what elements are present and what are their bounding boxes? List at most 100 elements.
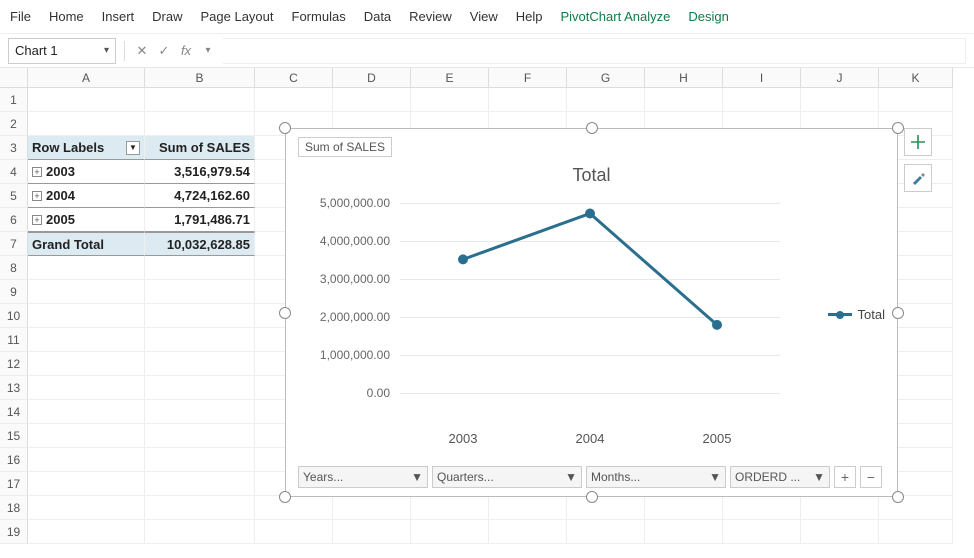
row-header[interactable]: 8 (0, 256, 28, 280)
resize-handle[interactable] (279, 122, 291, 134)
chevron-down-icon[interactable]: ▾ (104, 45, 109, 56)
row-header[interactable]: 17 (0, 472, 28, 496)
resize-handle[interactable] (586, 122, 598, 134)
ribbon-tab-home[interactable]: Home (49, 9, 84, 24)
ribbon-tab-pivotchart-analyze[interactable]: PivotChart Analyze (561, 9, 671, 24)
enter-icon[interactable]: ✓ (155, 42, 173, 60)
cell[interactable] (145, 280, 255, 304)
chart-legend[interactable]: Total (828, 307, 885, 322)
col-header-H[interactable]: H (645, 68, 723, 88)
ribbon-tab-view[interactable]: View (470, 9, 498, 24)
cell[interactable] (255, 88, 333, 112)
row-header[interactable]: 14 (0, 400, 28, 424)
expand-icon[interactable]: + (32, 167, 42, 177)
cell[interactable] (28, 352, 145, 376)
resize-handle[interactable] (892, 491, 904, 503)
cell[interactable] (411, 88, 489, 112)
cell[interactable] (145, 328, 255, 352)
cell[interactable] (645, 520, 723, 544)
row-header[interactable]: 2 (0, 112, 28, 136)
cell[interactable] (411, 520, 489, 544)
cell[interactable] (567, 88, 645, 112)
ribbon-tab-insert[interactable]: Insert (102, 9, 135, 24)
cell[interactable] (489, 88, 567, 112)
cell[interactable] (145, 112, 255, 136)
cell[interactable] (255, 520, 333, 544)
cell[interactable] (28, 520, 145, 544)
expand-field-button[interactable]: + (834, 466, 856, 488)
cell[interactable] (567, 520, 645, 544)
cell[interactable] (28, 304, 145, 328)
ribbon-tab-page-layout[interactable]: Page Layout (201, 9, 274, 24)
cell[interactable] (28, 424, 145, 448)
cell[interactable] (145, 448, 255, 472)
row-header[interactable]: 3 (0, 136, 28, 160)
chart-styles-button[interactable] (904, 164, 932, 192)
row-header[interactable]: 16 (0, 448, 28, 472)
cell[interactable] (723, 496, 801, 520)
field-button-quarters[interactable]: Quarters...▼ (432, 466, 582, 488)
collapse-field-button[interactable]: − (860, 466, 882, 488)
chart-field-button[interactable]: Sum of SALES (298, 137, 392, 157)
col-header-A[interactable]: A (28, 68, 145, 88)
pivot-value[interactable]: 3,516,979.54 (145, 160, 255, 184)
pivot-value[interactable]: 1,791,486.71 (145, 208, 255, 232)
ribbon-tab-file[interactable]: File (10, 9, 31, 24)
col-header-F[interactable]: F (489, 68, 567, 88)
cell[interactable] (333, 496, 411, 520)
cell[interactable] (879, 496, 953, 520)
cell[interactable] (489, 496, 567, 520)
cell[interactable] (28, 400, 145, 424)
resize-handle[interactable] (586, 491, 598, 503)
fx-icon[interactable]: fx (177, 42, 195, 60)
row-header[interactable]: 7 (0, 232, 28, 256)
pivot-values-header[interactable]: Sum of SALES (145, 136, 255, 160)
cell[interactable] (489, 520, 567, 544)
cell[interactable] (879, 520, 953, 544)
col-header-I[interactable]: I (723, 68, 801, 88)
col-header-K[interactable]: K (879, 68, 953, 88)
cell[interactable] (145, 496, 255, 520)
resize-handle[interactable] (279, 491, 291, 503)
cell[interactable] (145, 376, 255, 400)
row-header[interactable]: 18 (0, 496, 28, 520)
cell[interactable] (145, 424, 255, 448)
chart-line-series[interactable] (400, 203, 780, 403)
row-header[interactable]: 11 (0, 328, 28, 352)
row-header[interactable]: 6 (0, 208, 28, 232)
row-header[interactable]: 1 (0, 88, 28, 112)
cell[interactable] (145, 304, 255, 328)
chart-plot-area[interactable]: 5,000,000.00 4,000,000.00 3,000,000.00 2… (300, 203, 780, 425)
row-header[interactable]: 9 (0, 280, 28, 304)
row-header[interactable]: 5 (0, 184, 28, 208)
cell[interactable] (567, 496, 645, 520)
cell[interactable] (801, 496, 879, 520)
field-button-months[interactable]: Months...▼ (586, 466, 726, 488)
cell[interactable] (145, 472, 255, 496)
cell[interactable] (28, 280, 145, 304)
col-header-J[interactable]: J (801, 68, 879, 88)
ribbon-tab-formulas[interactable]: Formulas (292, 9, 346, 24)
cell[interactable] (879, 88, 953, 112)
col-header-G[interactable]: G (567, 68, 645, 88)
col-header-C[interactable]: C (255, 68, 333, 88)
ribbon-tab-draw[interactable]: Draw (152, 9, 182, 24)
expand-icon[interactable]: + (32, 191, 42, 201)
cell[interactable] (333, 520, 411, 544)
field-button-years[interactable]: Years...▼ (298, 466, 428, 488)
cell[interactable] (411, 496, 489, 520)
row-header[interactable]: 10 (0, 304, 28, 328)
chart-elements-button[interactable] (904, 128, 932, 156)
resize-handle[interactable] (892, 307, 904, 319)
pivot-row-label[interactable]: +2005 (28, 208, 145, 232)
expand-icon[interactable]: + (32, 215, 42, 225)
cell[interactable] (28, 88, 145, 112)
row-header[interactable]: 15 (0, 424, 28, 448)
cell[interactable] (28, 328, 145, 352)
cell[interactable] (145, 520, 255, 544)
pivot-grand-total-value[interactable]: 10,032,628.85 (145, 232, 255, 256)
cell[interactable] (801, 88, 879, 112)
ribbon-tab-data[interactable]: Data (364, 9, 391, 24)
col-header-E[interactable]: E (411, 68, 489, 88)
pivot-value[interactable]: 4,724,162.60 (145, 184, 255, 208)
